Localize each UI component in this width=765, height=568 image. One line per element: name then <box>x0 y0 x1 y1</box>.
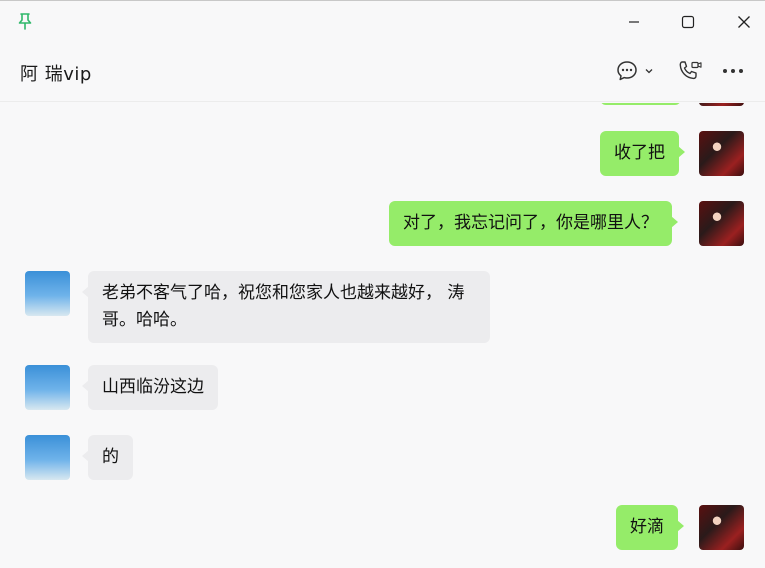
close-icon[interactable] <box>729 7 759 37</box>
avatar-contact[interactable] <box>25 365 70 410</box>
message-bubble[interactable]: 收了把 <box>600 131 685 176</box>
avatar-contact[interactable] <box>25 271 70 316</box>
message-bubble[interactable]: 老弟不客气了哈，祝您和您家人也越来越好， 涛哥。哈哈。 <box>82 271 490 343</box>
maximize-icon[interactable] <box>673 7 703 37</box>
message-bubble[interactable]: 对了，我忘记问了，你是哪里人？ <box>389 201 678 246</box>
avatar-contact[interactable] <box>25 435 70 480</box>
chat-title: 阿 瑞vip <box>20 64 92 85</box>
chat-header: 阿 瑞vip <box>0 41 765 102</box>
avatar-self[interactable] <box>699 131 744 176</box>
more-icon[interactable] <box>721 59 747 83</box>
avatar-self[interactable] <box>699 201 744 246</box>
minimize-icon[interactable] <box>619 7 649 37</box>
avatar-self[interactable] <box>699 505 744 550</box>
message-bubble[interactable]: 的 <box>82 435 133 480</box>
chat-window: 阿 瑞vip 收了把 对了，我忘记问了，你是哪里人？ 老弟不客气了哈，祝您和您家… <box>0 0 765 568</box>
chevron-down-icon[interactable] <box>644 66 654 76</box>
message-bubble[interactable]: 好滴 <box>616 505 684 550</box>
title-bar <box>0 1 765 41</box>
message-bubble-clipped[interactable] <box>600 103 681 105</box>
chat-bubble-icon[interactable] <box>615 59 657 83</box>
message-bubble[interactable]: 山西临汾这边 <box>82 365 218 410</box>
message-list[interactable]: 收了把 对了，我忘记问了，你是哪里人？ 老弟不客气了哈，祝您和您家人也越来越好，… <box>0 103 765 568</box>
avatar-self[interactable] <box>699 103 744 106</box>
pin-icon[interactable] <box>16 12 34 30</box>
video-call-icon[interactable] <box>676 59 702 83</box>
